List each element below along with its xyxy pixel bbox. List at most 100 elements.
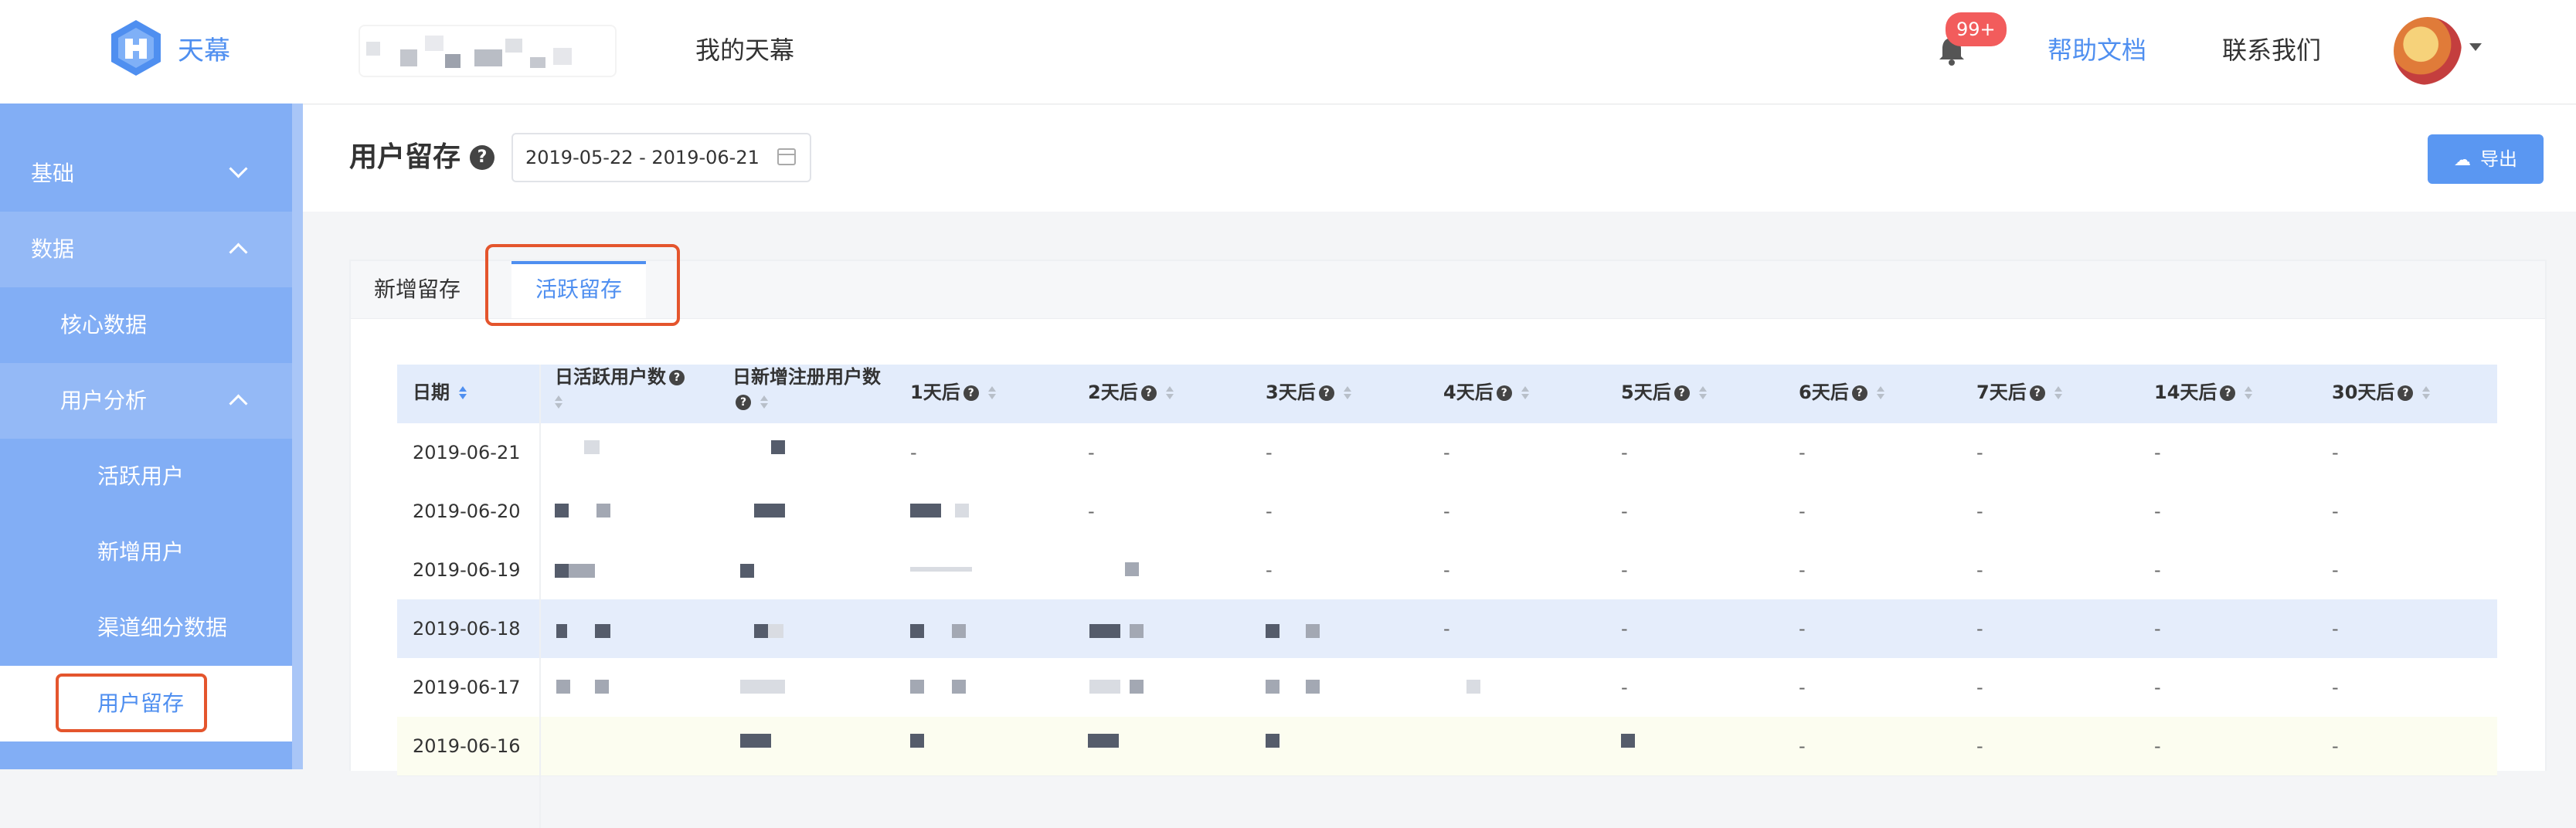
user-avatar[interactable] bbox=[2394, 17, 2462, 85]
empty-cell: - bbox=[1976, 735, 1983, 757]
sort-icon[interactable] bbox=[459, 386, 467, 400]
row-date: 2019-06-16 bbox=[413, 735, 521, 757]
table-row[interactable]: 2019-06-19 - - - - - - - bbox=[397, 541, 2497, 600]
redacted-value bbox=[740, 734, 771, 748]
help-question-icon[interactable]: ? bbox=[736, 395, 751, 410]
column-header-day30[interactable]: 30天后? bbox=[2332, 380, 2431, 405]
empty-cell: - bbox=[2154, 735, 2161, 757]
column-header-day1[interactable]: 1天后? bbox=[910, 380, 996, 405]
sidebar-item-user-analysis[interactable]: 用户分析 bbox=[0, 363, 292, 439]
help-question-icon[interactable]: ? bbox=[1674, 385, 1690, 401]
sort-icon[interactable] bbox=[987, 386, 996, 400]
sidebar-item-label: 活跃用户 bbox=[97, 463, 185, 489]
empty-cell: - bbox=[1799, 559, 1806, 581]
sidebar-item-label: 核心数据 bbox=[60, 312, 148, 338]
redacted-value bbox=[1089, 624, 1120, 638]
row-date: 2019-06-20 bbox=[413, 501, 521, 522]
column-header-dau[interactable]: 日活跃用户数? bbox=[555, 365, 725, 414]
logo-text: 天幕 bbox=[178, 35, 230, 66]
sort-icon[interactable] bbox=[1165, 386, 1174, 400]
help-question-icon[interactable]: ? bbox=[1851, 385, 1867, 401]
sidebar-scrollbar[interactable] bbox=[292, 104, 303, 769]
empty-cell: - bbox=[1266, 559, 1273, 581]
sidebar-item-label: 数据 bbox=[31, 236, 75, 262]
chevron-up-icon bbox=[229, 394, 248, 413]
redacted-value bbox=[768, 624, 783, 638]
tab-new-retention[interactable]: 新增留存 bbox=[374, 261, 460, 318]
table-row[interactable]: 2019-06-16 - - - - bbox=[397, 717, 2497, 776]
table-row[interactable]: 2019-06-17 - - - - - bbox=[397, 658, 2497, 718]
column-header-new-registered[interactable]: 日新增注册用户数? bbox=[732, 365, 887, 414]
empty-cell: - bbox=[2154, 442, 2161, 463]
column-header-day4[interactable]: 4天后? bbox=[1443, 380, 1529, 405]
avatar-dropdown-caret-icon[interactable] bbox=[2469, 43, 2482, 51]
help-question-icon[interactable]: ? bbox=[1318, 385, 1334, 401]
highlight-box bbox=[485, 244, 680, 326]
sort-icon[interactable] bbox=[555, 395, 562, 409]
export-button[interactable]: ☁ 导出 bbox=[2428, 134, 2544, 184]
help-question-icon[interactable]: ? bbox=[669, 370, 685, 385]
empty-cell: - bbox=[910, 442, 917, 463]
redacted-value bbox=[754, 504, 785, 518]
column-header-day5[interactable]: 5天后? bbox=[1621, 380, 1707, 405]
help-docs-link[interactable]: 帮助文档 bbox=[2048, 31, 2146, 66]
help-question-icon[interactable]: ? bbox=[470, 145, 494, 170]
sort-icon[interactable] bbox=[2245, 386, 2253, 400]
sort-icon[interactable] bbox=[2422, 386, 2431, 400]
table-row[interactable]: 2019-06-18 - - - - - - bbox=[397, 599, 2497, 659]
sidebar-item-new-users[interactable]: 新增用户 bbox=[0, 514, 292, 590]
redacted-value bbox=[556, 624, 567, 638]
sidebar-item-channel-data[interactable]: 渠道细分数据 bbox=[0, 590, 292, 666]
redacted-value bbox=[910, 734, 924, 748]
column-header-day7[interactable]: 7天后? bbox=[1976, 380, 2062, 405]
help-question-icon[interactable]: ? bbox=[1140, 385, 1157, 401]
help-question-icon[interactable]: ? bbox=[1496, 385, 1512, 401]
date-range-picker[interactable]: 2019-05-22 - 2019-06-21 bbox=[511, 133, 811, 182]
empty-cell: - bbox=[2154, 618, 2161, 640]
sidebar-item-core-data[interactable]: 核心数据 bbox=[0, 287, 292, 363]
sort-icon[interactable] bbox=[760, 395, 768, 409]
sidebar-item-active-users[interactable]: 活跃用户 bbox=[0, 439, 292, 514]
sidebar-item-basic[interactable]: 基础 bbox=[0, 136, 292, 212]
redacted-value bbox=[1130, 624, 1144, 638]
sidebar-item-label: 基础 bbox=[31, 161, 75, 186]
table-row[interactable]: 2019-06-20 - - - - - - - - bbox=[397, 482, 2497, 541]
row-date: 2019-06-17 bbox=[413, 677, 521, 698]
empty-cell: - bbox=[2332, 677, 2339, 698]
nav-my-tianmu[interactable]: 我的天幕 bbox=[695, 31, 794, 66]
sort-icon[interactable] bbox=[1343, 386, 1351, 400]
help-question-icon[interactable]: ? bbox=[2220, 385, 2236, 401]
logo[interactable]: 天幕 bbox=[105, 17, 230, 79]
account-selector[interactable] bbox=[360, 26, 615, 76]
sort-icon[interactable] bbox=[1521, 386, 1529, 400]
sort-icon[interactable] bbox=[1876, 386, 1884, 400]
column-header-date[interactable]: 日期 bbox=[413, 380, 467, 405]
column-header-day6[interactable]: 6天后? bbox=[1799, 380, 1884, 405]
redacted-value bbox=[555, 564, 569, 578]
column-header-day14[interactable]: 14天后? bbox=[2154, 380, 2253, 405]
sidebar-item-label: 用户分析 bbox=[60, 388, 148, 413]
column-header-day3[interactable]: 3天后? bbox=[1266, 380, 1351, 405]
calendar-icon bbox=[777, 148, 796, 165]
help-question-icon[interactable]: ? bbox=[2029, 385, 2045, 401]
redacted-value bbox=[596, 504, 610, 518]
table-row[interactable]: 2019-06-21 - - - - - - - - - bbox=[397, 423, 2497, 483]
empty-cell: - bbox=[1621, 677, 1628, 698]
sort-icon[interactable] bbox=[1698, 386, 1707, 400]
redacted-value bbox=[771, 440, 785, 454]
sidebar-item-data[interactable]: 数据 bbox=[0, 212, 292, 287]
help-question-icon[interactable]: ? bbox=[2398, 385, 2414, 401]
row-date: 2019-06-18 bbox=[413, 618, 521, 640]
empty-cell: - bbox=[1621, 501, 1628, 522]
empty-cell: - bbox=[2154, 501, 2161, 522]
redacted-value bbox=[910, 624, 924, 638]
sort-icon[interactable] bbox=[2054, 386, 2062, 400]
redacted-value bbox=[1089, 680, 1120, 694]
contact-us-link[interactable]: 联系我们 bbox=[2222, 31, 2321, 66]
tianmu-logo-icon bbox=[111, 20, 161, 76]
column-header-day2[interactable]: 2天后? bbox=[1088, 380, 1174, 405]
sidebar-item-user-retention[interactable]: 用户留存 bbox=[0, 666, 292, 741]
help-question-icon[interactable]: ? bbox=[963, 385, 979, 401]
empty-cell: - bbox=[1621, 559, 1628, 581]
page-title: 用户留存 bbox=[349, 141, 461, 173]
